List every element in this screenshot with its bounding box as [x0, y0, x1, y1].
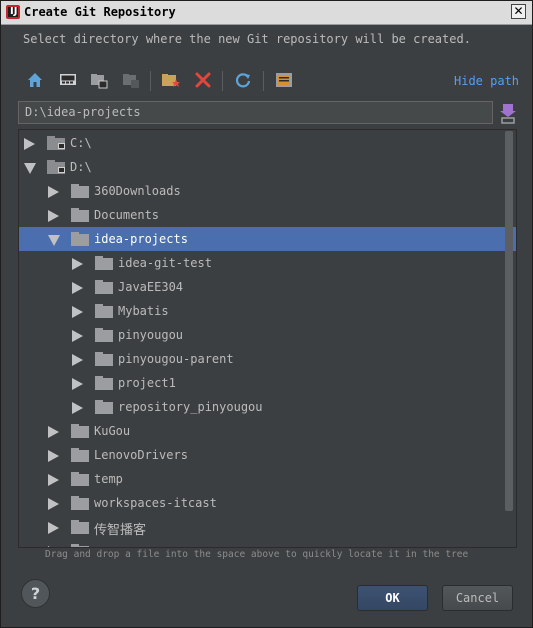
directory-tree[interactable]: C:\ D:\ 360Downloads Documents idea-projects…: [18, 129, 517, 548]
folder-icon: [71, 232, 89, 246]
tree-row[interactable]: pinyougou: [19, 323, 516, 347]
tree-row[interactable]: project1: [19, 371, 516, 395]
path-history-icon[interactable]: [498, 102, 518, 124]
tree-row-label: LenovoDrivers: [94, 448, 188, 462]
tree-row-label: idea-projects: [94, 232, 188, 246]
folder-icon: [95, 304, 113, 318]
tree-row-label: project1: [118, 376, 176, 390]
expand-arrow-icon[interactable]: [48, 450, 59, 462]
project-icon[interactable]: [88, 69, 110, 91]
close-button[interactable]: ✕: [511, 4, 526, 19]
toolbar-separator: [263, 71, 264, 91]
folder-icon: [95, 400, 113, 414]
tree-scrollbar[interactable]: [505, 131, 513, 511]
dialog-description: Select directory where the new Git repos…: [23, 32, 471, 46]
tree-row-label: 传智播客: [94, 523, 147, 538]
delete-icon[interactable]: [192, 69, 214, 91]
tree-row-label: 360Downloads: [94, 184, 181, 198]
tree-row[interactable]: D:\: [19, 155, 516, 179]
tree-row[interactable]: JavaEE304: [19, 275, 516, 299]
folder-icon: [71, 424, 89, 438]
drag-drop-hint: Drag and drop a file into the space abov…: [45, 549, 469, 560]
expand-arrow-icon[interactable]: [72, 306, 83, 318]
toolbar-separator: [150, 71, 151, 91]
folder-icon: [95, 328, 113, 342]
folder-icon: [95, 280, 113, 294]
expand-arrow-icon[interactable]: [48, 498, 59, 510]
path-input[interactable]: D:\idea-projects: [18, 101, 493, 124]
folder-icon: [71, 496, 89, 510]
folder-icon: [71, 448, 89, 462]
tree-row[interactable]: temp: [19, 467, 516, 491]
tree-row[interactable]: workspaces-itcast: [19, 491, 516, 515]
home-icon[interactable]: [24, 69, 46, 91]
tree-row-label: workspaces-itcast: [94, 496, 217, 510]
folder-icon: [95, 352, 113, 366]
tree-row-label: C:\: [70, 136, 92, 150]
ok-button[interactable]: OK: [357, 585, 428, 611]
tree-row-label: KuGou: [94, 424, 131, 438]
tree-row[interactable]: 360Downloads: [19, 179, 516, 203]
collapse-arrow-icon[interactable]: [48, 235, 60, 246]
tree-row[interactable]: KuGou: [19, 419, 516, 443]
tree-row-label: temp: [94, 472, 123, 486]
expand-arrow-icon[interactable]: [24, 138, 35, 150]
expand-arrow-icon[interactable]: [48, 426, 59, 438]
expand-arrow-icon[interactable]: [48, 546, 59, 547]
drive-icon: [47, 136, 66, 150]
collapse-arrow-icon[interactable]: [24, 163, 36, 174]
tree-row-label: Mybatis: [118, 304, 169, 318]
expand-arrow-icon[interactable]: [72, 402, 83, 414]
tree-row[interactable]: 传智播客: [19, 515, 516, 539]
expand-arrow-icon[interactable]: [48, 210, 59, 222]
folder-icon: [71, 544, 89, 547]
tree-row-label: pinyougou-parent: [118, 352, 234, 366]
tree-row-label: JavaEE304: [118, 280, 184, 294]
new-folder-icon[interactable]: [160, 69, 182, 91]
expand-arrow-icon[interactable]: [72, 330, 83, 342]
tree-row-label: Documents: [94, 208, 160, 222]
tree-row[interactable]: pinyougou-parent: [19, 347, 516, 371]
intellij-app-icon: IJ: [6, 5, 20, 19]
expand-arrow-icon[interactable]: [48, 474, 59, 486]
folder-icon: [95, 256, 113, 270]
folder-icon: [71, 208, 89, 222]
folder-icon: [71, 472, 89, 486]
create-git-repository-dialog: IJ Create Git Repository ✕ Select direct…: [0, 0, 533, 628]
expand-arrow-icon[interactable]: [72, 282, 83, 294]
tree-row[interactable]: Mybatis: [19, 299, 516, 323]
help-button[interactable]: ?: [21, 579, 50, 608]
dialog-title: Create Git Repository: [24, 5, 176, 19]
desktop-icon[interactable]: [57, 69, 79, 91]
folder-icon: [71, 520, 89, 534]
file-chooser-toolbar: [23, 67, 523, 95]
folder-icon: [95, 376, 113, 390]
tree-row-label: idea-git-test: [118, 256, 212, 270]
drive-icon: [47, 160, 66, 174]
refresh-icon[interactable]: [232, 69, 254, 91]
tree-row-label: repository_pinyougou: [118, 400, 263, 414]
toolbar-separator: [222, 71, 223, 91]
expand-arrow-icon[interactable]: [72, 378, 83, 390]
title-bar: IJ Create Git Repository ✕: [1, 1, 532, 25]
tree-row[interactable]: idea-git-test: [19, 251, 516, 275]
tree-row[interactable]: repository_pinyougou: [19, 395, 516, 419]
expand-arrow-icon[interactable]: [48, 522, 59, 534]
cancel-button[interactable]: Cancel: [442, 585, 513, 611]
folder-icon: [71, 184, 89, 198]
tree-row[interactable]: 软件: [19, 539, 516, 547]
tree-row-label: 软件: [94, 543, 120, 547]
hide-path-link[interactable]: Hide path: [454, 74, 519, 88]
expand-arrow-icon[interactable]: [48, 186, 59, 198]
module-icon[interactable]: [120, 69, 142, 91]
tree-row-label: D:\: [70, 160, 92, 174]
tree-row-label: pinyougou: [118, 328, 184, 342]
tree-row[interactable]: Documents: [19, 203, 516, 227]
expand-arrow-icon[interactable]: [72, 258, 83, 270]
tree-row[interactable]: C:\: [19, 131, 516, 155]
tree-row[interactable]: LenovoDrivers: [19, 443, 516, 467]
show-hidden-icon[interactable]: [273, 69, 295, 91]
tree-row[interactable]: idea-projects: [19, 227, 516, 251]
expand-arrow-icon[interactable]: [72, 354, 83, 366]
